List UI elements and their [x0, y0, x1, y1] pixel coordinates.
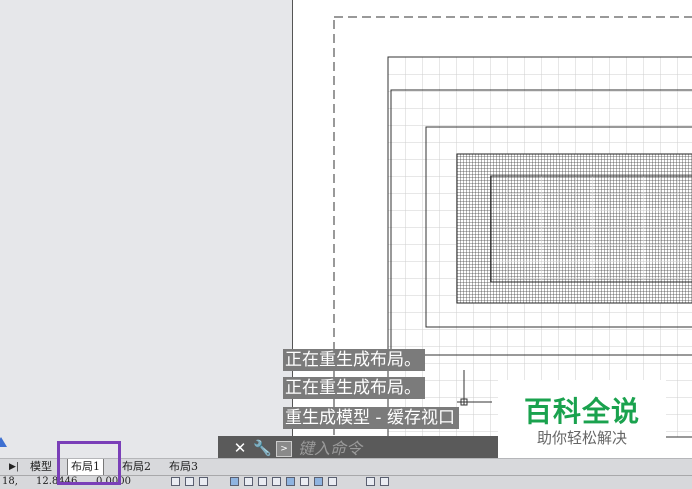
tab-nav-last-icon[interactable]: ▶|	[6, 459, 22, 475]
command-history-line: 正在重生成布局。	[283, 377, 425, 399]
active-tab-highlight-box	[57, 441, 121, 485]
dyn-toggle-icon[interactable]	[286, 477, 295, 486]
watermark-subtitle: 助你轻松解决	[536, 429, 627, 447]
command-input[interactable]: 键入命令	[298, 439, 518, 459]
watermark-logo: 百科全说 助你轻松解决	[498, 380, 666, 462]
inner-room	[490, 175, 692, 283]
lineweight-toggle-icon[interactable]	[300, 477, 309, 486]
grid-toggle-icon[interactable]	[185, 477, 194, 486]
ortho-toggle-icon[interactable]	[199, 477, 208, 486]
command-history-line: 重生成模型 - 缓存视口	[283, 407, 459, 429]
command-prompt-icon[interactable]: >	[276, 441, 292, 457]
otrack-toggle-icon[interactable]	[258, 477, 267, 486]
polar-toggle-icon[interactable]	[230, 477, 239, 486]
tab-layout3[interactable]: 布局3	[166, 459, 201, 475]
command-input-placeholder: 键入命令	[298, 439, 363, 458]
tab-layout2[interactable]: 布局2	[119, 459, 154, 475]
command-history-line: 正在重生成布局。	[283, 349, 425, 371]
coordinate-x: 18,	[2, 476, 18, 487]
osnap-toggle-icon[interactable]	[244, 477, 253, 486]
snap-toggle-icon[interactable]	[171, 477, 180, 486]
quick-properties-toggle-icon[interactable]	[328, 477, 337, 486]
wrench-icon[interactable]: 🔧	[253, 439, 272, 457]
ducs-toggle-icon[interactable]	[272, 477, 281, 486]
tab-model[interactable]: 模型	[27, 459, 55, 475]
ucs-icon	[0, 437, 7, 447]
annotation-monitor-toggle-icon[interactable]	[380, 477, 389, 486]
selection-cycling-toggle-icon[interactable]	[366, 477, 375, 486]
close-icon[interactable]: ✕	[231, 439, 249, 457]
transparency-toggle-icon[interactable]	[314, 477, 323, 486]
watermark-title: 百科全说	[523, 395, 640, 428]
